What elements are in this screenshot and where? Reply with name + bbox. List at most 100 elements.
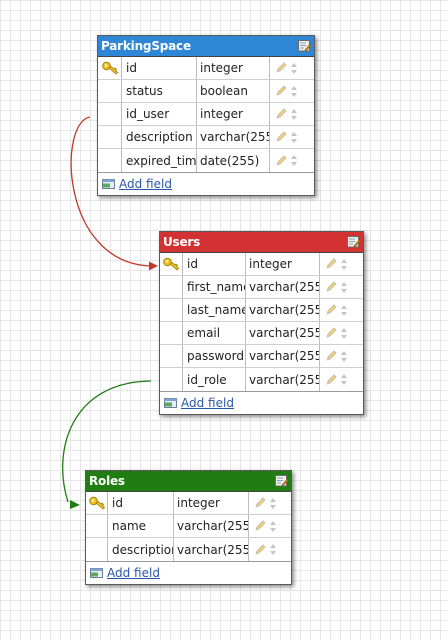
pencil-icon[interactable]	[325, 327, 337, 339]
field-list: id integer name varchar(255) description	[86, 492, 291, 562]
field-name: expired_time	[122, 149, 197, 172]
field-row[interactable]: description varchar(255)	[98, 126, 314, 149]
field-type: varchar(255)	[246, 345, 320, 367]
field-name: description	[122, 126, 197, 148]
pencil-icon[interactable]	[254, 543, 266, 556]
field-row[interactable]: id_role varchar(255)	[160, 368, 363, 391]
primary-key-cell	[160, 253, 183, 275]
field-actions	[320, 253, 361, 275]
pencil-icon[interactable]	[325, 304, 337, 316]
primary-key-cell	[86, 538, 108, 561]
primary-key-cell	[98, 57, 122, 79]
primary-key-cell	[160, 345, 183, 367]
field-type: varchar(255)	[246, 276, 320, 298]
table-users[interactable]: Users id integer first_name varchar(255)…	[159, 231, 364, 415]
primary-key-cell	[98, 103, 122, 125]
field-row[interactable]: email varchar(255)	[160, 322, 363, 345]
up-down-arrows-icon[interactable]	[340, 281, 348, 294]
field-row[interactable]: first_name varchar(255)	[160, 276, 363, 299]
pencil-icon[interactable]	[325, 350, 337, 362]
pencil-icon[interactable]	[254, 520, 266, 532]
table-footer: Add field	[160, 392, 363, 414]
up-down-arrows-icon[interactable]	[340, 304, 348, 317]
field-row[interactable]: password varchar(255)	[160, 345, 363, 368]
field-actions	[249, 515, 289, 537]
pencil-icon[interactable]	[275, 131, 287, 143]
field-type: varchar(255)	[246, 368, 320, 391]
up-down-arrows-icon[interactable]	[269, 543, 277, 556]
field-type: date(255)	[197, 149, 270, 172]
field-type: varchar(255)	[174, 538, 249, 561]
up-down-arrows-icon[interactable]	[340, 350, 348, 363]
field-actions	[249, 538, 289, 561]
add-field-icon[interactable]	[90, 567, 104, 579]
edit-table-icon[interactable]	[298, 40, 311, 52]
field-row[interactable]: status boolean	[98, 80, 314, 103]
up-down-arrows-icon[interactable]	[340, 258, 348, 271]
field-actions	[270, 103, 312, 125]
add-field-icon[interactable]	[164, 397, 178, 409]
edit-table-icon[interactable]	[347, 236, 360, 248]
pencil-icon[interactable]	[275, 62, 287, 74]
field-actions	[320, 276, 361, 298]
field-name: id	[183, 253, 246, 275]
table-header[interactable]: ParkingSpace	[98, 36, 314, 57]
field-row[interactable]: id_user integer	[98, 103, 314, 126]
up-down-arrows-icon[interactable]	[290, 154, 298, 167]
relation-arrow-roles	[70, 500, 80, 509]
pencil-icon[interactable]	[275, 154, 287, 167]
primary-key-cell	[160, 322, 183, 344]
field-row[interactable]: expired_time date(255)	[98, 149, 314, 172]
up-down-arrows-icon[interactable]	[269, 497, 277, 510]
pencil-icon[interactable]	[325, 281, 337, 293]
add-field-link[interactable]: Add field	[107, 566, 160, 580]
up-down-arrows-icon[interactable]	[290, 108, 298, 121]
up-down-arrows-icon[interactable]	[290, 85, 298, 98]
up-down-arrows-icon[interactable]	[290, 131, 298, 144]
field-type: varchar(255)	[246, 322, 320, 344]
field-row[interactable]: id integer	[160, 253, 363, 276]
field-row[interactable]: id integer	[86, 492, 291, 515]
primary-key-cell	[98, 126, 122, 148]
table-footer: Add field	[86, 562, 291, 584]
table-parkingspace[interactable]: ParkingSpace id integer status boolean i…	[97, 35, 315, 196]
field-type: varchar(255)	[174, 515, 249, 537]
primary-key-cell	[86, 515, 108, 537]
field-actions	[270, 126, 312, 148]
add-field-link[interactable]: Add field	[119, 177, 172, 191]
field-name: status	[122, 80, 197, 102]
field-actions	[320, 299, 361, 321]
field-type: varchar(255)	[246, 299, 320, 321]
field-row[interactable]: id integer	[98, 57, 314, 80]
field-list: id integer first_name varchar(255) last_…	[160, 253, 363, 392]
field-name: id_role	[183, 368, 246, 391]
field-name: id	[122, 57, 197, 79]
up-down-arrows-icon[interactable]	[290, 62, 298, 75]
up-down-arrows-icon[interactable]	[269, 520, 277, 533]
pencil-icon[interactable]	[275, 85, 287, 97]
table-header[interactable]: Users	[160, 232, 363, 253]
table-header[interactable]: Roles	[86, 471, 291, 492]
key-icon	[101, 61, 118, 75]
edit-table-icon[interactable]	[275, 475, 288, 487]
field-actions	[270, 80, 312, 102]
pencil-icon[interactable]	[254, 497, 266, 509]
field-row[interactable]: name varchar(255)	[86, 515, 291, 538]
pencil-icon[interactable]	[325, 373, 337, 386]
field-name: id_user	[122, 103, 197, 125]
add-field-icon[interactable]	[102, 178, 116, 190]
field-name: id	[108, 492, 174, 514]
field-row[interactable]: last_name varchar(255)	[160, 299, 363, 322]
pencil-icon[interactable]	[275, 108, 287, 120]
field-row[interactable]: description varchar(255)	[86, 538, 291, 561]
up-down-arrows-icon[interactable]	[340, 373, 348, 386]
field-actions	[320, 368, 361, 391]
field-name: last_name	[183, 299, 246, 321]
up-down-arrows-icon[interactable]	[340, 327, 348, 340]
table-roles[interactable]: Roles id integer name varchar(255) descr…	[85, 470, 292, 585]
table-title: Users	[163, 235, 201, 249]
diagram-canvas: ParkingSpace id integer status boolean i…	[0, 0, 448, 640]
field-name: name	[108, 515, 174, 537]
pencil-icon[interactable]	[325, 258, 337, 270]
add-field-link[interactable]: Add field	[181, 396, 234, 410]
